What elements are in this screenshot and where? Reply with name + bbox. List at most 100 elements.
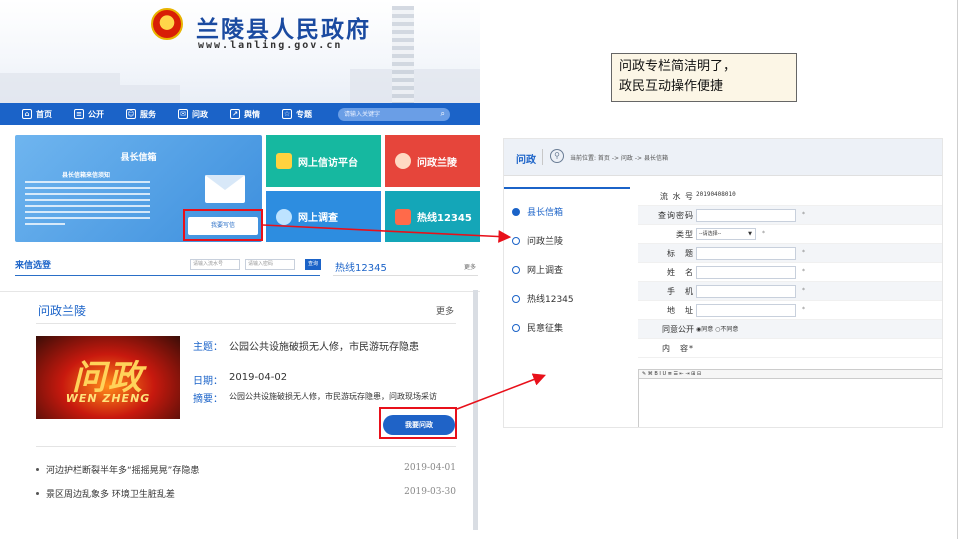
wenzheng-panel: 问政兰陵 更多 问政 WEN ZHENG 主题： 公园公共设施破损无人修，市民游… (0, 291, 480, 539)
form-header: 问政 ⚲ 当前位置: 首页 -> 问政 -> 县长信箱 (504, 139, 942, 176)
star-icon: ☆ (282, 109, 292, 119)
letter-list-title[interactable]: 来信选登 (15, 258, 51, 271)
subject-label: 主题： (193, 342, 223, 353)
title-input[interactable] (696, 247, 796, 260)
phone-icon (395, 208, 411, 225)
tile-online-petition[interactable]: 网上信访平台 (266, 135, 381, 187)
form-row-public: 同意公开 ◉同意 ○不同意 (638, 320, 942, 339)
notice-text-line (25, 193, 150, 195)
caption-line: 政民互动操作便捷 (619, 79, 724, 94)
letter-form: 流 水 号 20190408010 查询密码 * 类型 --请选择-- ▼ * 标… (638, 187, 942, 427)
site-url[interactable]: www.lanling.gov.cn (198, 40, 342, 51)
wenzheng-video-thumbnail[interactable]: 问政 WEN ZHENG (36, 336, 180, 419)
form-row-title: 标 题 * (638, 244, 942, 263)
hotline-panel-header: 热线12345 更多 (333, 256, 478, 276)
notice-text-line (25, 181, 150, 183)
nav-wenzheng[interactable]: ✉ 问政 (178, 109, 208, 120)
breadcrumb[interactable]: 当前位置: 首页 -> 问政 -> 县长信箱 (570, 153, 668, 162)
caption-box: 问政专栏简洁明了， 政民互动操作便捷 (611, 53, 797, 102)
scrollbar-track[interactable] (473, 290, 478, 530)
date-label: 日期： (193, 376, 223, 387)
editor-toolbar[interactable]: ✎ ⌘ B I U ≣ ☰ ⇤ ⇥ ⊞ ⊟ (638, 369, 942, 379)
site-title: 兰陵县人民政府 (196, 16, 371, 43)
hotline-more-link[interactable]: 更多 (464, 262, 476, 271)
bullet-icon (512, 266, 520, 274)
serial-number-value: 20190408010 (696, 191, 736, 198)
date-value: 2019-04-02 (229, 372, 288, 383)
summary-label: 摘要： (193, 394, 223, 405)
phone-input[interactable] (696, 285, 796, 298)
form-row-phone: 手 机 * (638, 282, 942, 301)
megaphone-icon (276, 153, 292, 169)
form-row-name: 姓 名 * (638, 263, 942, 282)
wenzheng-panel-header: 问政兰陵 更多 (36, 300, 456, 324)
host-avatar-icon (395, 153, 411, 169)
tile-hotline[interactable]: 热线12345 (385, 191, 480, 242)
wenzheng-panel-title: 问政兰陵 (38, 304, 87, 318)
location-icon: ⚲ (550, 149, 564, 163)
side-item-hotline[interactable]: 热线12345 (512, 292, 574, 305)
highlight-box (183, 209, 263, 241)
bullet-icon (36, 492, 39, 495)
nav-sentiment[interactable]: ↗ 舆情 (230, 109, 260, 120)
notice-text-line (25, 205, 150, 207)
website-screenshot: 兰陵县人民政府 www.lanling.gov.cn ⌂ 首页 ≡ 公开 ☺ 服务 ✉… (0, 0, 480, 539)
summary-value: 公园公共设施破损无人修，市民游玩存隐患，问政现场采访 (229, 392, 437, 401)
news-list-item[interactable]: 景区周边乱象多 环境卫生脏乱差 2019-03-30 (36, 487, 456, 501)
search-icon[interactable]: ⌕ (441, 109, 445, 119)
query-password-input[interactable] (696, 209, 796, 222)
type-select[interactable]: --请选择-- ▼ (696, 228, 756, 240)
document-icon: ≡ (74, 109, 84, 119)
form-row-password: 查询密码 * (638, 206, 942, 225)
tile-online-survey[interactable]: 网上调查 (266, 191, 381, 242)
public-consent-radio[interactable]: ◉同意 ○不同意 (696, 324, 738, 333)
national-emblem-icon (151, 8, 183, 40)
chevron-down-icon: ▼ (748, 231, 752, 237)
nav-service[interactable]: ☺ 服务 (126, 109, 156, 120)
side-item-opinion[interactable]: 民意征集 (512, 321, 563, 334)
bullet-icon (36, 468, 39, 471)
notice-text-line (25, 211, 150, 213)
divider (542, 149, 543, 165)
mayor-mailbox-title: 县长信箱 (120, 153, 157, 163)
form-row-content: 内 容* (638, 339, 942, 358)
notice-text-line (25, 223, 65, 225)
thumbnail-logo-subtext: WEN ZHENG (65, 392, 151, 405)
serial-number-input[interactable]: 请输入流水号 (190, 259, 240, 270)
trend-icon: ↗ (230, 109, 240, 119)
chat-icon: ✉ (178, 109, 188, 119)
section-title: 问政 (516, 155, 536, 166)
address-input[interactable] (696, 304, 796, 317)
bullet-icon (512, 237, 520, 245)
service-icon: ☺ (126, 109, 136, 119)
pagoda-illustration (392, 6, 414, 103)
nav-topic[interactable]: ☆ 专题 (282, 109, 312, 120)
search-input[interactable]: 请输入关键字 ⌕ (338, 107, 450, 121)
side-item-wenzheng[interactable]: 问政兰陵 (512, 234, 563, 247)
bullet-icon (512, 295, 520, 303)
name-input[interactable] (696, 266, 796, 279)
bullet-icon (512, 208, 520, 216)
caption-line: 问政专栏简洁明了， (619, 59, 737, 74)
side-menu: 县长信箱 问政兰陵 网上调查 热线12345 民意征集 (504, 187, 630, 427)
content-editor[interactable] (638, 379, 942, 427)
mayor-mailbox-notice-title: 县长信箱来信须知 (61, 172, 110, 179)
divider (36, 446, 456, 447)
news-list-item[interactable]: 河边护栏断裂半年多“摇摇晃晃”存隐患 2019-04-01 (36, 463, 456, 477)
hotline-panel-title: 热线12345 (335, 263, 387, 274)
envelope-icon (205, 175, 245, 203)
notice-text-line (25, 217, 150, 219)
wenzheng-more-link[interactable]: 更多 (436, 304, 454, 317)
side-item-survey[interactable]: 网上调查 (512, 263, 563, 276)
form-row-address: 地 址 * (638, 301, 942, 320)
notice-text-line (25, 199, 150, 201)
home-icon: ⌂ (22, 109, 32, 119)
nav-open[interactable]: ≡ 公开 (74, 109, 104, 120)
password-input[interactable]: 请输入密码 (245, 259, 295, 270)
letter-query-bar: 来信选登 请输入流水号 请输入密码 查询 (15, 256, 321, 276)
subject-link[interactable]: 公园公共设施破损无人修，市民游玩存隐患 (229, 338, 419, 353)
side-item-mayor-mailbox[interactable]: 县长信箱 (512, 205, 563, 218)
tile-wenzheng[interactable]: 问政兰陵 (385, 135, 480, 187)
nav-home[interactable]: ⌂ 首页 (22, 109, 52, 120)
query-button[interactable]: 查询 (305, 259, 321, 270)
